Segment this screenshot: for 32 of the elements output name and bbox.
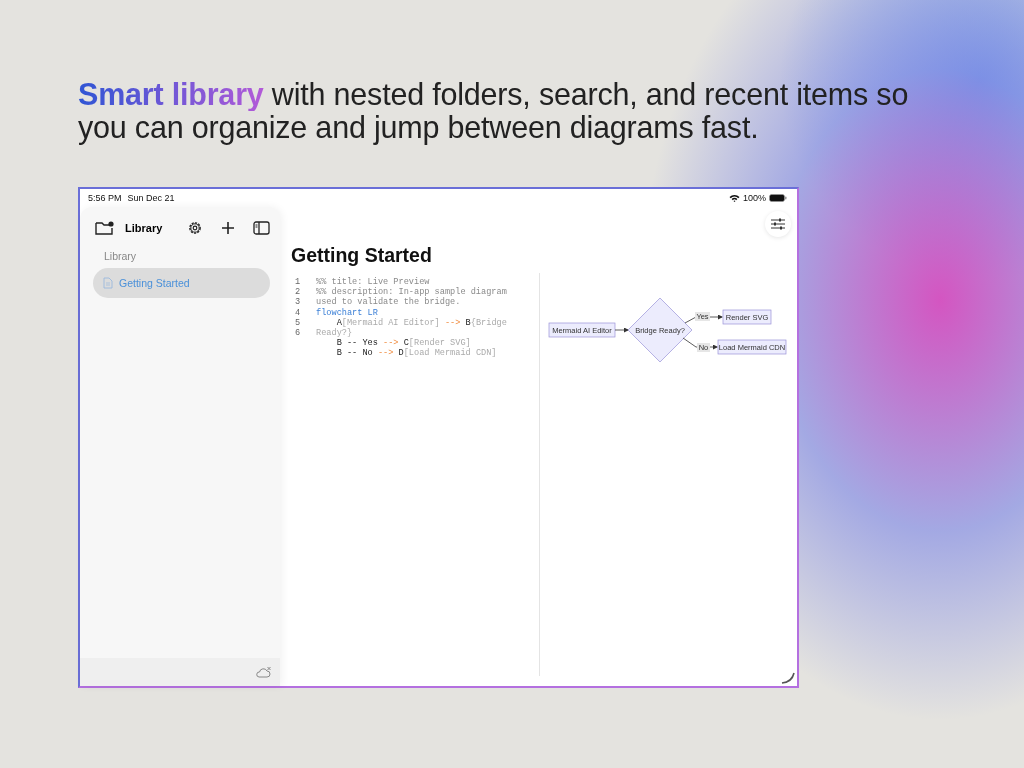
battery-percent: 100%: [742, 193, 766, 203]
wifi-icon: [728, 194, 740, 202]
code-line: B -- No --> D[Load Mermaid CDN]: [335, 348, 497, 359]
code-line: Ready?}: [316, 328, 353, 339]
code-line: B -- Yes --> C[Render SVG]: [335, 338, 471, 349]
document-icon: [103, 277, 113, 289]
battery-icon: [769, 194, 787, 202]
resize-handle-icon[interactable]: [781, 672, 795, 684]
status-date: Sun Dec 21: [127, 193, 175, 203]
line-number: 4: [294, 307, 302, 318]
status-time: 5:56 PM: [88, 193, 122, 203]
code-line: used to validate the bridge.: [316, 297, 461, 308]
code-line: A[Mermaid AI Editor] --> B{Bridge: [335, 317, 507, 328]
section-header: Library: [103, 249, 138, 262]
line-number: 2: [294, 287, 302, 298]
sliders-icon[interactable]: [771, 218, 785, 230]
code-line: %% title: Live Preview: [316, 277, 430, 287]
library-item[interactable]: Getting Started: [93, 268, 270, 298]
line-number: 5: [294, 317, 302, 328]
code-line: %% description: In-app sample diagram: [316, 287, 507, 298]
code-line: flowchart LR: [316, 307, 378, 318]
line-number: 6: [294, 328, 302, 339]
sidebar-title: Library: [125, 222, 164, 234]
document-title: Getting Started: [291, 244, 433, 267]
sidebar-toggle-icon[interactable]: [253, 221, 270, 235]
add-icon[interactable]: [221, 221, 235, 235]
line-number: 3: [294, 297, 302, 308]
settings-icon[interactable]: [187, 220, 203, 236]
cloud-icon[interactable]: [256, 666, 272, 678]
headline: Smart library with nested folders, search, and recent items so you can organize and jump between diagrams fast.: [77, 76, 910, 144]
folder-icon[interactable]: [95, 220, 115, 236]
line-number: 1: [294, 277, 302, 288]
